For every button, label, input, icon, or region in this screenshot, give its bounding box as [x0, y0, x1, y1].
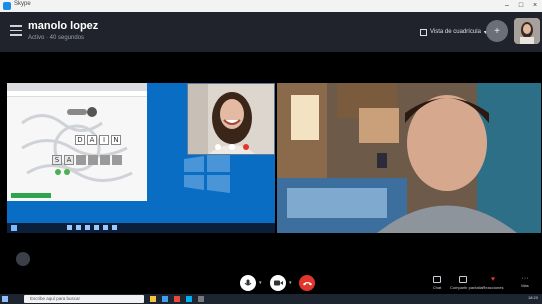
participant-video-frame — [188, 84, 274, 154]
more-label: Más — [521, 283, 529, 288]
more-icon: ··· — [521, 275, 529, 282]
shared-taskbar — [7, 223, 275, 233]
end-call-button[interactable] — [299, 275, 315, 291]
microphone-icon — [244, 279, 252, 285]
window-titlebar: Skype – □ × — [0, 0, 542, 12]
close-chip-icon — [87, 107, 97, 117]
taskbar-clock: 18:20 — [527, 295, 538, 300]
answer-row: S A — [52, 155, 122, 165]
word-tile: A — [87, 135, 97, 145]
game-board-graphic — [21, 114, 133, 182]
grid-view-label: Vista de cuadrícula — [430, 29, 481, 35]
self-preview-image — [514, 18, 540, 44]
skype-taskbar-icon[interactable] — [186, 296, 192, 302]
edge-icon[interactable] — [162, 296, 168, 302]
close-icon[interactable]: × — [528, 0, 542, 12]
word-tile: D — [75, 135, 85, 145]
chat-icon — [433, 276, 441, 283]
video-camera-icon — [273, 280, 283, 286]
share-screen-icon — [459, 276, 467, 283]
start-icon — [11, 225, 17, 231]
heart-icon: ♥ — [490, 276, 496, 283]
skype-logo-icon — [16, 252, 30, 266]
mute-button[interactable] — [240, 275, 256, 291]
mic-options-caret[interactable]: ▾ — [259, 280, 262, 286]
skype-icon — [3, 2, 11, 10]
answer-tile — [76, 155, 86, 165]
video-options-caret[interactable]: ▾ — [289, 280, 292, 286]
contact-name[interactable]: manolo lopez — [28, 20, 98, 32]
more-button[interactable]: ··· Más — [512, 275, 538, 288]
video-toggle-button[interactable] — [270, 275, 286, 291]
answer-tile — [88, 155, 98, 165]
maximize-icon[interactable]: □ — [514, 0, 528, 12]
answer-tile — [100, 155, 110, 165]
shared-screen[interactable]: D A I N S A — [7, 83, 275, 233]
chat-label: Chat — [432, 285, 442, 290]
share-screen-button[interactable]: Compartir pantalla — [450, 276, 483, 290]
minimize-icon[interactable]: – — [500, 0, 514, 12]
answer-tile: S — [52, 155, 62, 165]
score-chip — [67, 109, 87, 115]
chat-button[interactable]: Chat — [424, 276, 450, 290]
answer-tile — [112, 155, 122, 165]
call-controls: ▾ ▾ Chat Compartir pantalla ♥ Reacciones… — [0, 270, 542, 294]
grid-view-button[interactable]: Vista de cuadrícula ▾ — [420, 26, 487, 38]
settings-icon[interactable] — [198, 296, 204, 302]
hamburger-menu-icon[interactable] — [10, 25, 22, 37]
start-button-icon[interactable] — [2, 296, 8, 302]
reactions-button[interactable]: ♥ Reacciones — [480, 276, 506, 290]
add-person-icon: + — [494, 25, 500, 37]
word-tiles: D A I N — [75, 135, 121, 145]
shared-browser-window: D A I N S A — [7, 83, 147, 201]
file-explorer-icon[interactable] — [150, 296, 156, 302]
answer-tile: A — [64, 155, 74, 165]
progress-dots — [55, 169, 70, 175]
windows-logo-icon — [184, 153, 230, 193]
green-progress-bar — [11, 193, 51, 198]
self-preview[interactable] — [514, 18, 540, 44]
taskbar-search-input[interactable]: Escribe aquí para buscar — [24, 295, 144, 303]
video-stage: D A I N S A — [0, 52, 542, 282]
participant-pip-video[interactable] — [187, 83, 275, 155]
contact-status: Activo · 40 segundos — [28, 35, 85, 41]
host-taskbar: Escribe aquí para buscar 18:20 — [0, 294, 542, 304]
end-call-icon — [302, 281, 312, 285]
call-header: manolo lopez Activo · 40 segundos Vista … — [0, 12, 542, 52]
taskbar-apps — [150, 296, 204, 302]
reactions-label: Reacciones — [482, 285, 504, 290]
word-tile: N — [111, 135, 121, 145]
app-title: Skype — [14, 1, 31, 7]
add-person-button[interactable]: + — [486, 20, 508, 42]
remote-participant-video[interactable] — [277, 83, 541, 233]
share-screen-label: Compartir pantalla — [450, 285, 483, 290]
chrome-icon[interactable] — [174, 296, 180, 302]
grid-view-icon — [420, 28, 427, 36]
word-tile: I — [99, 135, 109, 145]
remote-video-frame — [277, 83, 541, 233]
